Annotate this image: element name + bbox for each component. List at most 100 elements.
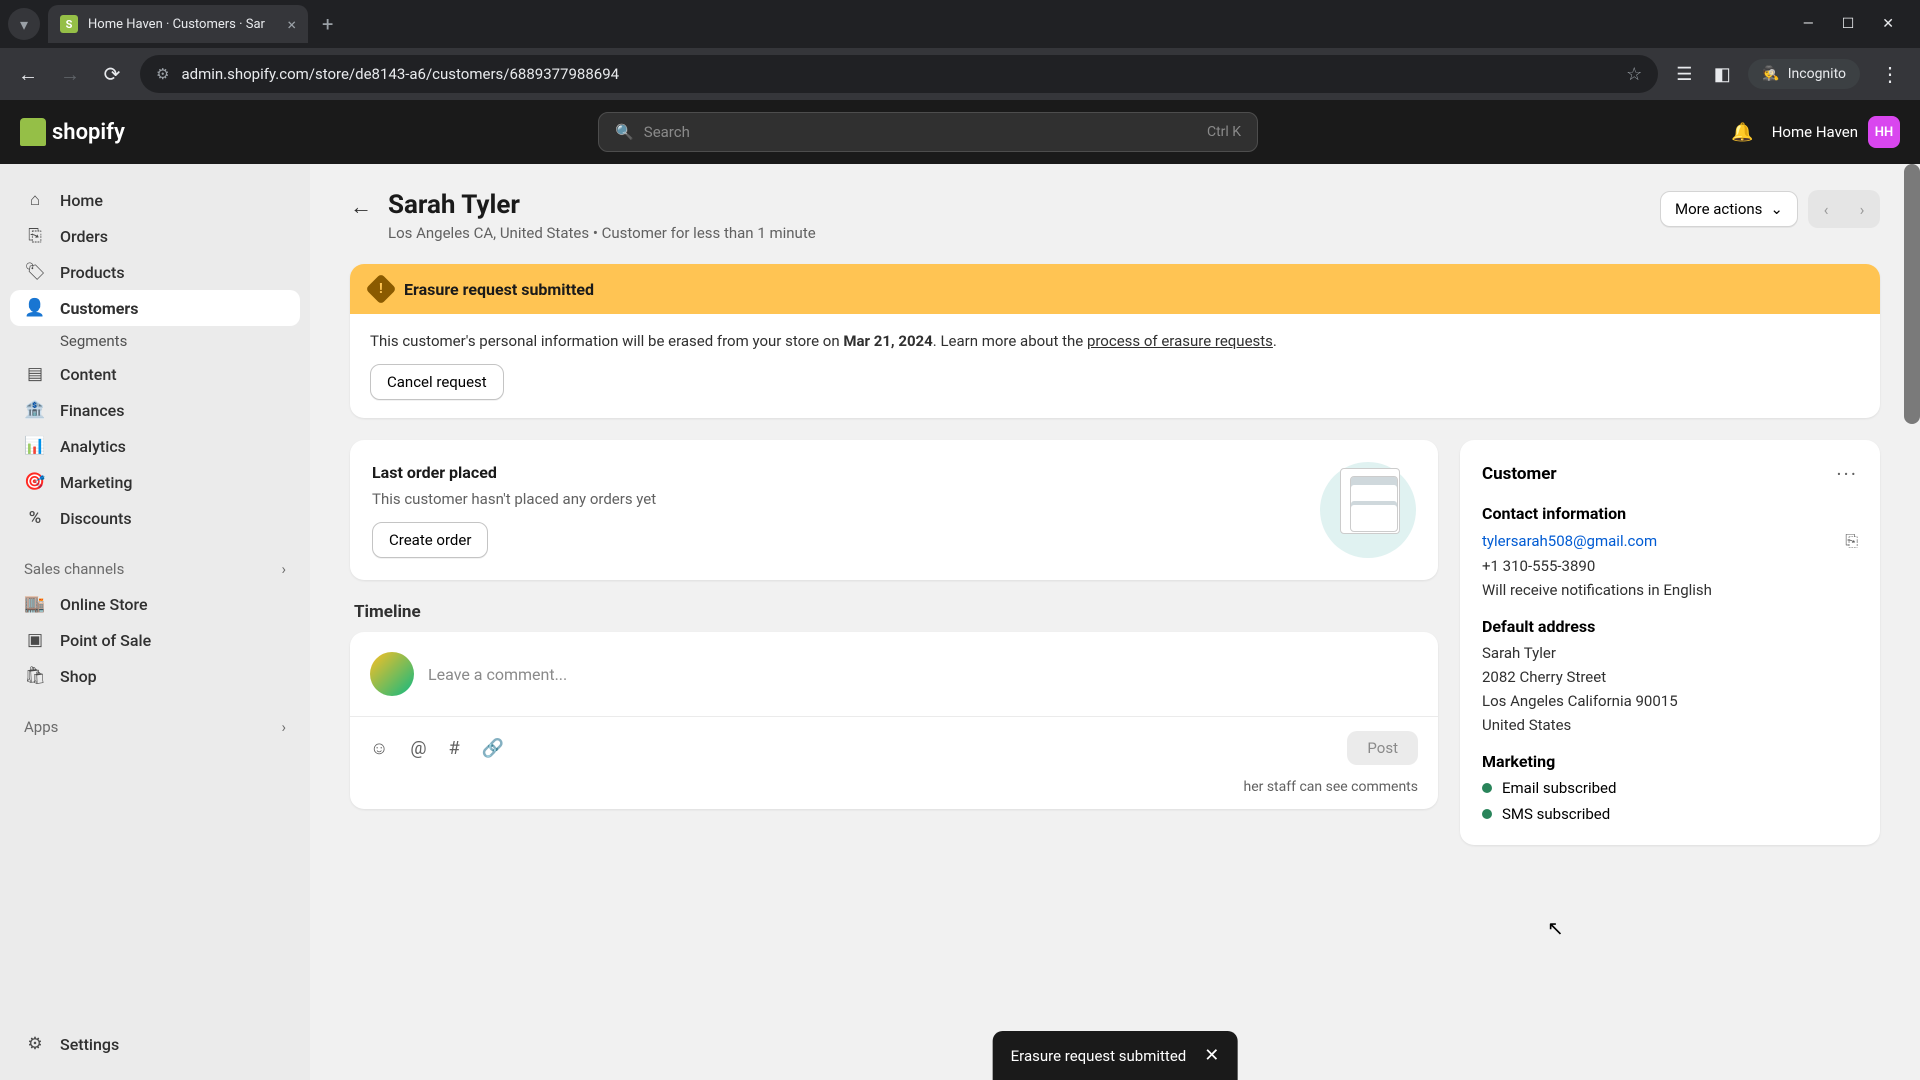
hashtag-icon[interactable]: # — [449, 738, 460, 759]
page-header: ← Sarah Tyler Los Angeles CA, United Sta… — [350, 190, 1880, 242]
side-panel-icon[interactable]: ◧ — [1710, 64, 1734, 85]
store-switcher[interactable]: Home Haven HH — [1772, 116, 1900, 148]
sidebar-item-orders[interactable]: ⎘Orders — [10, 218, 300, 254]
more-actions-button[interactable]: More actions⌄ — [1660, 191, 1798, 227]
store-name: Home Haven — [1772, 123, 1858, 141]
timeline-title: Timeline — [350, 602, 1438, 632]
content-icon: ▤ — [24, 364, 46, 384]
toast-close-icon[interactable]: ✕ — [1204, 1045, 1219, 1066]
sidebar-item-analytics[interactable]: 📊Analytics — [10, 428, 300, 464]
address-city: Los Angeles California 90015 — [1482, 692, 1858, 710]
post-button[interactable]: Post — [1347, 731, 1418, 765]
page-subtitle: Los Angeles CA, United States • Customer… — [388, 224, 1644, 242]
back-button[interactable]: ← — [14, 62, 42, 87]
bookmark-icon[interactable]: ☆ — [1626, 64, 1642, 85]
erasure-date: Mar 21, 2024 — [843, 332, 932, 350]
reading-list-icon[interactable]: ☰ — [1672, 64, 1696, 85]
status-dot-icon — [1482, 809, 1492, 819]
erasure-banner: ! Erasure request submitted This custome… — [350, 264, 1880, 418]
sidebar: ⌂Home ⎘Orders 🏷Products 👤Customers Segme… — [0, 164, 310, 1080]
window-controls: — ☐ ✕ — [1803, 16, 1912, 32]
forward-button[interactable]: → — [56, 62, 84, 87]
browser-menu-icon[interactable]: ⋮ — [1874, 62, 1906, 86]
comment-visibility-note: her staff can see comments — [350, 779, 1438, 809]
banner-header: ! Erasure request submitted — [350, 264, 1880, 314]
incognito-label: Incognito — [1788, 66, 1846, 82]
search-shortcut: Ctrl K — [1207, 124, 1241, 140]
contact-info-title: Contact information — [1482, 504, 1858, 523]
user-avatar — [370, 652, 414, 696]
sales-channels-header[interactable]: Sales channels› — [10, 552, 300, 586]
close-tab-icon[interactable]: × — [287, 15, 296, 34]
shopify-bag-icon — [20, 118, 46, 146]
reload-button[interactable]: ⟳ — [98, 62, 126, 86]
address-bar[interactable]: ⚙ admin.shopify.com/store/de8143-a6/cust… — [140, 55, 1658, 93]
link-icon[interactable]: 🔗 — [482, 738, 504, 759]
sidebar-item-segments[interactable]: Segments — [10, 326, 300, 356]
create-order-button[interactable]: Create order — [372, 522, 488, 558]
mention-icon[interactable]: @ — [410, 738, 426, 759]
comment-toolbar: ☺ @ # 🔗 Post — [350, 717, 1438, 779]
home-icon: ⌂ — [24, 190, 46, 210]
analytics-icon: 📊 — [24, 436, 46, 456]
browser-toolbar: ← → ⟳ ⚙ admin.shopify.com/store/de8143-a… — [0, 48, 1920, 100]
erasure-process-link[interactable]: process of erasure requests — [1087, 332, 1273, 350]
back-arrow-icon[interactable]: ← — [350, 190, 372, 220]
customer-phone: +1 310-555-3890 — [1482, 557, 1858, 575]
products-icon: 🏷 — [24, 262, 46, 282]
tab-title: Home Haven · Customers · Sar — [88, 17, 277, 32]
pagination: ‹ › — [1808, 190, 1880, 228]
sidebar-item-content[interactable]: ▤Content — [10, 356, 300, 392]
orders-icon: ⎘ — [24, 226, 46, 246]
incognito-indicator[interactable]: 🕵 Incognito — [1748, 59, 1860, 89]
minimize-icon[interactable]: — — [1803, 16, 1814, 32]
new-tab-button[interactable]: + — [322, 12, 333, 36]
logo-text: shopify — [52, 120, 125, 145]
shop-icon: 🛍 — [24, 666, 46, 686]
last-order-text: This customer hasn't placed any orders y… — [372, 490, 1300, 508]
notifications-icon[interactable]: 🔔 — [1731, 122, 1753, 143]
apps-header[interactable]: Apps› — [10, 710, 300, 744]
maximize-icon[interactable]: ☐ — [1842, 16, 1855, 32]
next-customer-button[interactable]: › — [1844, 190, 1880, 228]
cancel-request-button[interactable]: Cancel request — [370, 364, 504, 400]
shopify-logo[interactable]: shopify — [20, 118, 125, 146]
gear-icon: ⚙ — [24, 1034, 46, 1054]
last-order-card: Last order placed This customer hasn't p… — [350, 440, 1438, 580]
sidebar-item-customers[interactable]: 👤Customers — [10, 290, 300, 326]
mouse-cursor: ↖ — [1547, 916, 1564, 940]
browser-tab[interactable]: Home Haven · Customers · Sar × — [48, 5, 308, 43]
sidebar-item-home[interactable]: ⌂Home — [10, 182, 300, 218]
address-country: United States — [1482, 716, 1858, 734]
banner-body: This customer's personal information wil… — [350, 314, 1880, 418]
sidebar-item-marketing[interactable]: 🎯Marketing — [10, 464, 300, 500]
sidebar-item-pos[interactable]: ▣Point of Sale — [10, 622, 300, 658]
customer-email-link[interactable]: tylersarah508@gmail.com — [1482, 532, 1835, 550]
sidebar-item-settings[interactable]: ⚙Settings — [10, 1026, 300, 1062]
comment-input[interactable]: Leave a comment... — [428, 665, 1418, 684]
copy-icon[interactable]: ⎘ — [1845, 531, 1858, 551]
customer-panel-title: Customer — [1482, 464, 1557, 484]
sidebar-item-products[interactable]: 🏷Products — [10, 254, 300, 290]
discounts-icon: % — [24, 508, 46, 528]
shopify-admin: shopify 🔍 Search Ctrl K 🔔 Home Haven HH … — [0, 100, 1920, 1080]
store-icon: 🏬 — [24, 594, 46, 614]
emoji-icon[interactable]: ☺ — [370, 738, 388, 759]
incognito-icon: 🕵 — [1762, 66, 1779, 82]
header-right: 🔔 Home Haven HH — [1731, 116, 1900, 148]
sidebar-item-finances[interactable]: 🏦Finances — [10, 392, 300, 428]
sidebar-item-online-store[interactable]: 🏬Online Store — [10, 586, 300, 622]
sidebar-item-discounts[interactable]: %Discounts — [10, 500, 300, 536]
customer-menu-icon[interactable]: ··· — [1836, 462, 1858, 486]
customers-icon: 👤 — [24, 298, 46, 318]
site-settings-icon[interactable]: ⚙ — [156, 65, 169, 83]
main-content: ← Sarah Tyler Los Angeles CA, United Sta… — [310, 164, 1920, 1080]
search-icon: 🔍 — [615, 123, 634, 141]
tab-dropdown-button[interactable]: ▾ — [8, 8, 40, 40]
url-text: admin.shopify.com/store/de8143-a6/custom… — [181, 65, 1614, 83]
toast-notification: Erasure request submitted ✕ — [993, 1031, 1238, 1080]
search-input[interactable]: 🔍 Search Ctrl K — [598, 112, 1258, 152]
close-window-icon[interactable]: ✕ — [1882, 16, 1894, 32]
sidebar-item-shop[interactable]: 🛍Shop — [10, 658, 300, 694]
prev-customer-button[interactable]: ‹ — [1808, 190, 1844, 228]
